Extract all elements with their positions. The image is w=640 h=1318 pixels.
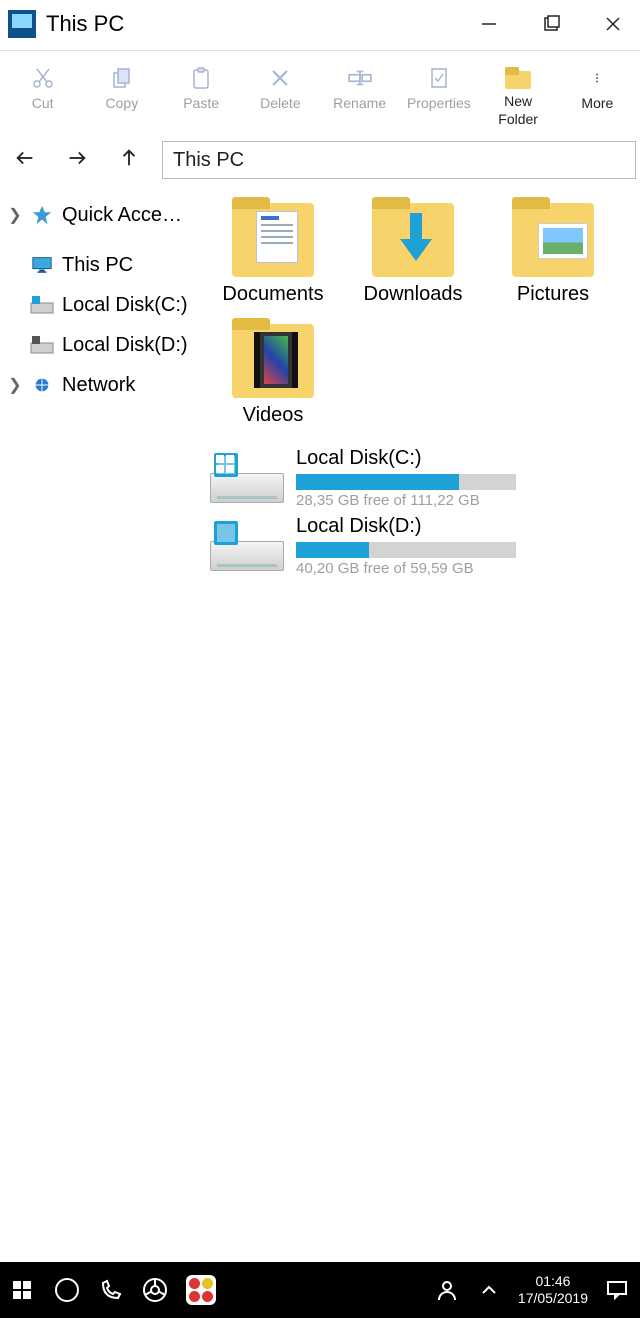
star-icon bbox=[30, 203, 54, 227]
more-button[interactable]: More bbox=[561, 59, 634, 131]
action-center-icon[interactable] bbox=[604, 1277, 630, 1303]
scissors-icon bbox=[30, 63, 56, 93]
network-icon bbox=[30, 373, 54, 397]
forward-button[interactable] bbox=[66, 147, 88, 174]
drive-c[interactable]: Local Disk(C:) 28,35 GB free of 111,22 G… bbox=[210, 447, 632, 509]
chevron-right-icon: ❯ bbox=[8, 205, 22, 225]
toolbar: Cut Copy Paste Delete Rename bbox=[0, 55, 640, 137]
videos-folder-icon bbox=[228, 318, 318, 398]
sidebar-item-network[interactable]: ❯ Network bbox=[4, 365, 198, 405]
drive-windows-icon bbox=[210, 451, 284, 503]
sidebar-item-disk-c[interactable]: ❯ Local Disk(C:) bbox=[4, 285, 198, 325]
tray-chevron-up-icon[interactable] bbox=[476, 1277, 502, 1303]
properties-button[interactable]: Properties bbox=[402, 59, 475, 131]
drive-free-text: 28,35 GB free of 111,22 GB bbox=[296, 492, 632, 509]
chevron-right-icon: ❯ bbox=[8, 375, 22, 395]
sidebar-item-label: Quick Acce… bbox=[62, 204, 182, 227]
x-icon bbox=[267, 63, 293, 93]
folder-pictures[interactable]: Pictures bbox=[490, 197, 616, 306]
new-folder-icon bbox=[503, 63, 533, 91]
drive-name: Local Disk(D:) bbox=[296, 515, 632, 538]
copy-icon bbox=[109, 63, 135, 93]
more-vertical-icon bbox=[584, 63, 610, 93]
chrome-app-button[interactable] bbox=[142, 1277, 168, 1303]
close-button[interactable] bbox=[602, 13, 624, 35]
sidebar-item-label: Network bbox=[62, 374, 135, 397]
up-button[interactable] bbox=[118, 147, 140, 174]
divider bbox=[0, 50, 640, 51]
maximize-button[interactable] bbox=[540, 13, 562, 35]
clock-date: 17/05/2019 bbox=[518, 1290, 588, 1307]
phone-app-button[interactable] bbox=[98, 1277, 124, 1303]
drive-sd-icon bbox=[210, 519, 284, 571]
cut-label: Cut bbox=[32, 95, 54, 111]
clock-time: 01:46 bbox=[518, 1273, 588, 1290]
folder-label: Documents bbox=[222, 283, 323, 306]
title-bar: This PC bbox=[0, 0, 640, 48]
rename-button[interactable]: Rename bbox=[323, 59, 396, 131]
more-label: More bbox=[581, 95, 613, 111]
copy-label: Copy bbox=[106, 95, 139, 111]
address-path: This PC bbox=[173, 149, 244, 172]
disk-icon bbox=[30, 333, 54, 357]
nav-row: This PC bbox=[0, 137, 640, 187]
sidebar-item-disk-d[interactable]: ❯ Local Disk(D:) bbox=[4, 325, 198, 365]
clock[interactable]: 01:46 17/05/2019 bbox=[518, 1273, 588, 1307]
drive-d[interactable]: Local Disk(D:) 40,20 GB free of 59,59 GB bbox=[210, 515, 632, 577]
window-title: This PC bbox=[46, 11, 124, 37]
start-button[interactable] bbox=[10, 1277, 36, 1303]
pictures-folder-icon bbox=[508, 197, 598, 277]
rename-label: Rename bbox=[333, 95, 386, 111]
drive-free-text: 40,20 GB free of 59,59 GB bbox=[296, 560, 632, 577]
properties-label: Properties bbox=[407, 95, 471, 111]
cortana-button[interactable] bbox=[54, 1277, 80, 1303]
paste-button[interactable]: Paste bbox=[165, 59, 238, 131]
new-folder-label2: Folder bbox=[498, 111, 538, 127]
disk-icon bbox=[30, 293, 54, 317]
paste-label: Paste bbox=[183, 95, 219, 111]
properties-icon bbox=[426, 63, 452, 93]
delete-button[interactable]: Delete bbox=[244, 59, 317, 131]
sidebar-item-label: This PC bbox=[62, 254, 133, 277]
address-bar[interactable]: This PC bbox=[162, 141, 636, 179]
sidebar-item-label: Local Disk(C:) bbox=[62, 294, 188, 317]
folder-label: Videos bbox=[243, 404, 304, 427]
cut-button[interactable]: Cut bbox=[6, 59, 79, 131]
drive-usage-bar bbox=[296, 474, 516, 490]
new-folder-label1: New bbox=[504, 93, 532, 109]
back-button[interactable] bbox=[14, 147, 36, 174]
clipboard-icon bbox=[188, 63, 214, 93]
folder-documents[interactable]: Documents bbox=[210, 197, 336, 306]
pinned-app-button[interactable] bbox=[186, 1275, 216, 1305]
folder-videos[interactable]: Videos bbox=[210, 318, 336, 427]
user-icon[interactable] bbox=[434, 1277, 460, 1303]
sidebar-item-label: Local Disk(D:) bbox=[62, 334, 188, 357]
sidebar-item-this-pc[interactable]: ❯ This PC bbox=[4, 245, 198, 285]
content-pane: Documents Downloads bbox=[202, 187, 640, 1262]
rename-icon bbox=[347, 63, 373, 93]
delete-label: Delete bbox=[260, 95, 300, 111]
sidebar: ❯ Quick Acce… ❯ This PC ❯ Local Disk(C:)… bbox=[0, 187, 202, 1262]
drive-usage-bar bbox=[296, 542, 516, 558]
folder-label: Pictures bbox=[517, 283, 589, 306]
folder-downloads[interactable]: Downloads bbox=[350, 197, 476, 306]
app-monitor-icon bbox=[8, 10, 36, 38]
drive-name: Local Disk(C:) bbox=[296, 447, 632, 470]
taskbar: 01:46 17/05/2019 bbox=[0, 1262, 640, 1318]
new-folder-button[interactable]: New Folder bbox=[482, 59, 555, 131]
monitor-icon bbox=[30, 253, 54, 277]
documents-folder-icon bbox=[228, 197, 318, 277]
minimize-button[interactable] bbox=[478, 13, 500, 35]
sidebar-item-quick-access[interactable]: ❯ Quick Acce… bbox=[4, 195, 198, 235]
copy-button[interactable]: Copy bbox=[85, 59, 158, 131]
folder-label: Downloads bbox=[364, 283, 463, 306]
downloads-folder-icon bbox=[368, 197, 458, 277]
